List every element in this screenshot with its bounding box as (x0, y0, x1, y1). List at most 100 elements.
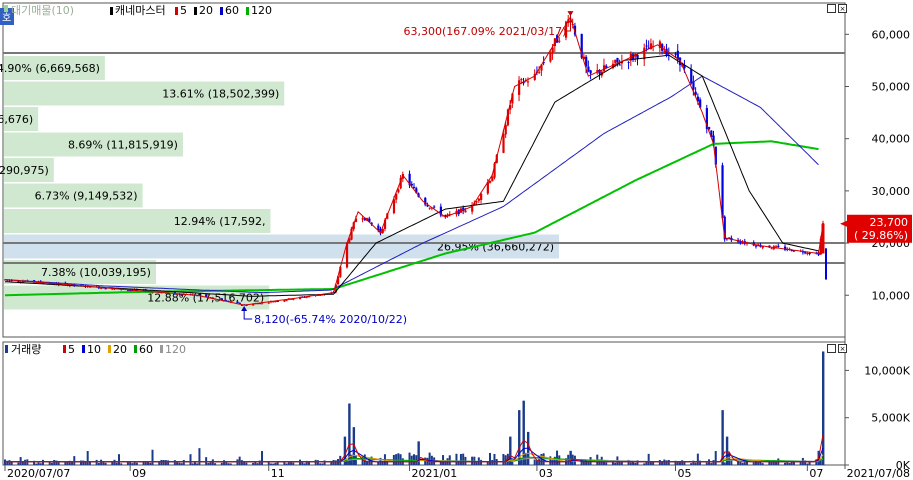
candle-body (236, 301, 239, 304)
volume-bar (238, 456, 241, 465)
volume-bar (220, 462, 223, 465)
close-icon[interactable]: × (838, 4, 847, 13)
x-tick-label: 05 (677, 467, 691, 480)
volume-bar (254, 461, 257, 465)
volume-bar (64, 462, 67, 465)
volume-bar (285, 463, 288, 465)
volume-bar (676, 461, 679, 465)
maximize-icon[interactable] (827, 4, 836, 13)
volume-bar (361, 456, 364, 465)
candle-body (777, 245, 780, 247)
volume-bar (502, 453, 505, 465)
candle-body (549, 52, 552, 62)
volume-bar (261, 451, 264, 465)
current-change-label: ( 29.86%) (854, 229, 908, 242)
candle-body (520, 79, 523, 81)
volume-bar (743, 462, 746, 465)
volume-bar (775, 462, 778, 465)
volume-bar (205, 457, 208, 465)
legend-candle-swatch (110, 7, 113, 15)
volume-bar (86, 451, 89, 465)
volume-bar (100, 459, 103, 465)
volume-bar (455, 453, 458, 465)
volume-bar (316, 460, 319, 465)
supply-bar-label: 6.73% (9,149,532) (35, 190, 138, 203)
volume-bar (17, 462, 20, 465)
candle-body (433, 206, 436, 208)
volume-bar (663, 459, 666, 465)
x-tick-label: 03 (539, 467, 553, 480)
volume-bar (274, 462, 277, 465)
candle-body (674, 53, 677, 55)
volume-bar (198, 448, 201, 465)
candle-body (616, 57, 619, 63)
volume-bar (761, 463, 764, 465)
volume-close-icon[interactable]: × (838, 344, 847, 353)
volume-legend-ma-label: 120 (165, 343, 186, 356)
volume-bar (553, 456, 556, 465)
volume-bar (292, 462, 295, 465)
volume-bar (397, 453, 400, 465)
volume-bar (209, 462, 212, 465)
volume-bar (710, 463, 713, 465)
volume-bar (35, 463, 38, 465)
volume-legend-ma-label: 5 (68, 343, 75, 356)
x-tick-label: 2020/07/07 (7, 467, 70, 480)
volume-bar (629, 462, 632, 465)
volume-bar (4, 459, 6, 465)
volume-bar (354, 454, 357, 465)
volume-bar (491, 460, 494, 465)
volume-bar (149, 462, 152, 465)
candle-body (488, 180, 492, 183)
candle-body (618, 64, 621, 66)
y-tick-label: 40,000 (872, 133, 911, 146)
high-annotation: 63,300(167.09% 2021/03/17) (404, 25, 567, 38)
x-tick-label: 2021/01 (412, 467, 458, 480)
volume-legend-ma-swatch (63, 345, 66, 353)
volume-bar (160, 459, 163, 465)
candle-body (663, 51, 666, 54)
supply-bar-label: 2.42% (3,290,975) (0, 164, 49, 177)
candle-body (480, 193, 483, 200)
volume-bar (191, 463, 194, 465)
candle-body (690, 69, 693, 84)
volume-bar (151, 449, 154, 465)
volume-bar (303, 463, 306, 465)
volume-bar (784, 462, 787, 465)
volume-bar (37, 462, 40, 465)
candle-body (645, 45, 648, 47)
y-tick-label: 10,000 (872, 289, 911, 302)
supply-bar-label: 1.66% (2,256,676) (0, 113, 33, 126)
volume-bar (605, 462, 608, 465)
volume-bar (643, 463, 646, 465)
volume-bar (459, 453, 462, 465)
volume-legend-ma-label: 10 (87, 343, 101, 356)
current-price-label: 23,700 (870, 216, 909, 229)
volume-maximize-icon[interactable] (827, 344, 836, 353)
volume-bar (245, 462, 248, 465)
volume-bar (667, 459, 670, 465)
x-tick-label: 09 (132, 467, 146, 480)
volume-bar (269, 463, 272, 465)
volume-bar (647, 453, 650, 465)
volume-bar (788, 463, 791, 465)
volume-bar (480, 459, 483, 465)
volume-y-tick-label: 5,000K (871, 412, 910, 425)
volume-bar (10, 461, 13, 465)
low-annotation: 8,120(-65.74% 2020/10/22) (254, 313, 407, 326)
volume-bar (19, 457, 22, 465)
candle-body (283, 300, 286, 302)
volume-bar (129, 462, 132, 465)
volume-bar (334, 460, 337, 465)
side-tab-label: 호 (2, 12, 11, 24)
volume-bar (665, 460, 668, 465)
volume-bar (321, 463, 324, 465)
volume-panel (2, 341, 846, 466)
volume-y-tick-label: 10,000K (864, 364, 910, 377)
volume-bar (314, 459, 317, 465)
volume-bar (413, 454, 415, 465)
legend-ma-label: 5 (180, 4, 187, 17)
supply-bar-label: 13.61% (18,502,399) (162, 88, 279, 101)
candle-body (518, 80, 521, 95)
volume-bar (658, 459, 661, 465)
